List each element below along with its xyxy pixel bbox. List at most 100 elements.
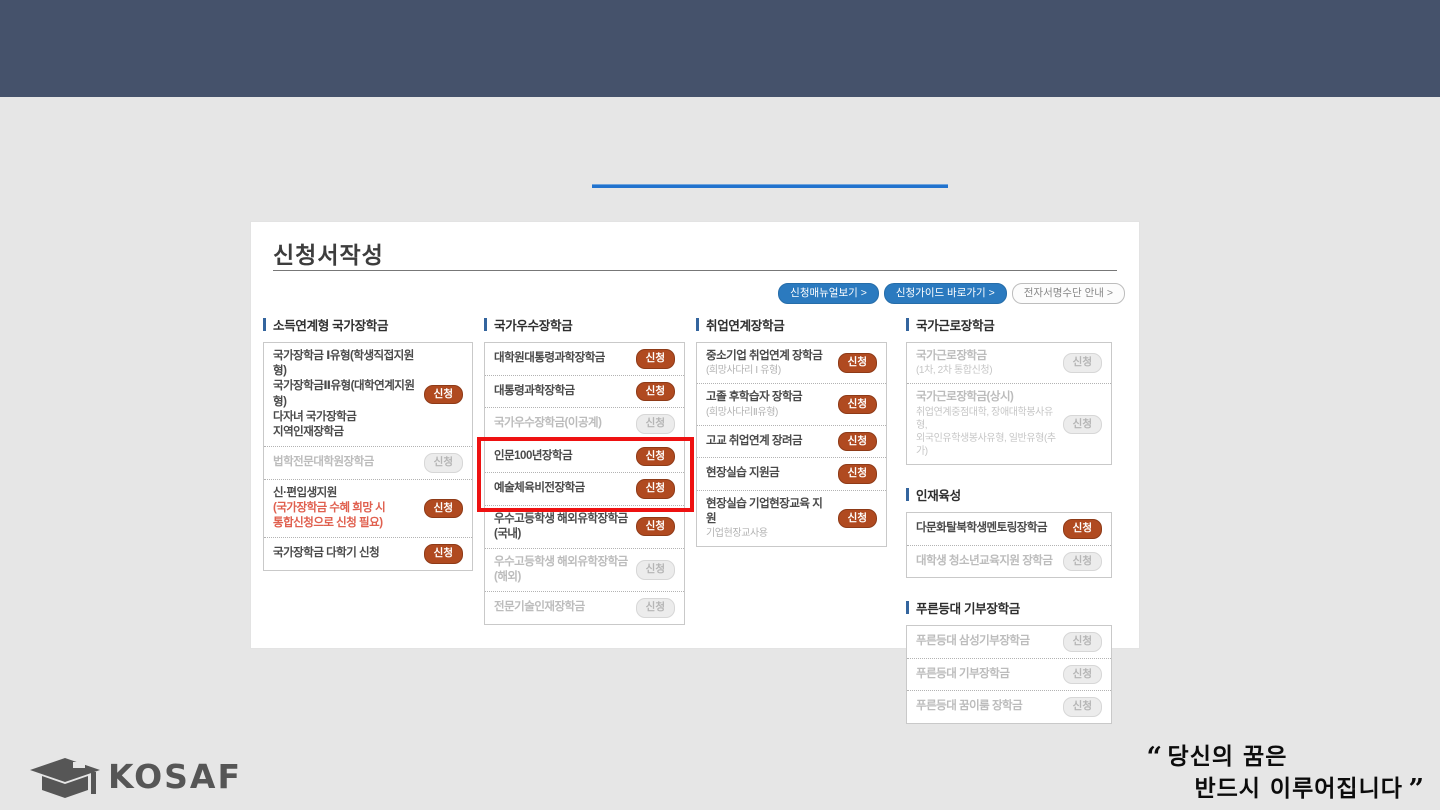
scholarship-subtext-line: 취업연계중점대학, 장애대학봉사유형,: [916, 406, 1057, 432]
graduation-cap-icon: [28, 750, 102, 802]
open-quote: “: [1146, 742, 1162, 773]
apply-button: 신청: [1063, 353, 1102, 373]
apply-button: 신청: [1063, 665, 1102, 685]
apply-button: 신청: [424, 453, 463, 473]
section-header-bar: [696, 318, 699, 331]
digital-signature-info-button[interactable]: 전자서명수단 안내 >: [1012, 283, 1125, 304]
scholarship-column: 국가우수장학금대학원대통령과학장학금신청대통령과학장학금신청국가우수장학금(이공…: [484, 315, 685, 625]
apply-button[interactable]: 신청: [424, 499, 463, 519]
scholarship-row: 국가장학금 Ⅰ유형(학생직접지원형)국가장학금Ⅱ유형(대학연계지원형)다자녀 국…: [264, 343, 472, 447]
apply-button[interactable]: 신청: [636, 349, 675, 369]
scholarship-name-line: 우수고등학생 해외유학장학금(국내): [494, 512, 630, 542]
scholarship-column: 소득연계형 국가장학금국가장학금 Ⅰ유형(학생직접지원형)국가장학금Ⅱ유형(대학…: [263, 315, 473, 571]
section-header: 국가근로장학금: [906, 315, 1112, 334]
apply-button: 신청: [636, 414, 675, 434]
apply-button[interactable]: 신청: [838, 353, 877, 373]
section-header-bar: [906, 488, 909, 501]
scholarship-name-line: 전문기술인재장학금: [494, 600, 585, 615]
slogan-line1: 당신의 꿈은: [1168, 743, 1288, 770]
guide-shortcut-button[interactable]: 신청가이드 바로가기 >: [884, 283, 1007, 304]
apply-button[interactable]: 신청: [1063, 519, 1102, 539]
scholarship-row: 전문기술인재장학금 신청: [485, 592, 684, 624]
scholarship-name: 대학원대통령과학장학금: [494, 351, 605, 366]
scholarship-name-line: 고졸 후학습자 장학금: [706, 390, 802, 405]
scholarship-name-line: 국가장학금 다학기 신청: [273, 546, 379, 561]
top-navigation-bar: [0, 0, 1440, 97]
scholarship-name-line: 대학원대통령과학장학금: [494, 351, 605, 366]
apply-button[interactable]: 신청: [838, 464, 877, 484]
scholarship-name-line: 국가장학금Ⅱ유형(대학연계지원형): [273, 379, 418, 409]
scholarship-name-line: 법학전문대학원장학금: [273, 455, 374, 470]
scholarship-subtext-line: (1차, 2차 통합신청): [916, 364, 992, 377]
apply-button: 신청: [1063, 632, 1102, 652]
kosaf-logo-text: KOSAF: [108, 757, 242, 796]
scholarship-row: 푸른등대 삼성기부장학금 신청: [907, 626, 1111, 659]
scholarship-name: 현장실습 기업현장교육 지원기업현장교사용: [706, 497, 832, 541]
scholarship-row: 대학원대통령과학장학금 신청: [485, 343, 684, 376]
scholarship-name: 푸른등대 기부장학금: [916, 667, 1009, 682]
scholarship-box: 중소기업 취업연계 장학금(희망사다리 Ⅰ 유형)신청고졸 후학습자 장학금(희…: [696, 342, 887, 547]
apply-button[interactable]: 신청: [838, 432, 877, 452]
scholarship-name-line: 예술체육비전장학금: [494, 481, 585, 496]
scholarship-name: 예술체육비전장학금: [494, 481, 585, 496]
apply-button: 신청: [1063, 415, 1102, 435]
scholarship-name-line: 대통령과학장학금: [494, 384, 575, 399]
apply-button: 신청: [1063, 552, 1102, 572]
scholarship-box: 국가장학금 Ⅰ유형(학생직접지원형)국가장학금Ⅱ유형(대학연계지원형)다자녀 국…: [263, 342, 473, 571]
apply-button[interactable]: 신청: [424, 385, 463, 405]
scholarship-row: 신·편입생지원(국가장학금 수혜 희망 시통합신청으로 신청 필요) 신청: [264, 480, 472, 539]
apply-button[interactable]: 신청: [636, 517, 675, 537]
scholarship-column: 취업연계장학금중소기업 취업연계 장학금(희망사다리 Ⅰ 유형)신청고졸 후학습…: [696, 315, 887, 547]
scholarship-name: 대학생 청소년교육지원 장학금: [916, 554, 1052, 569]
scholarship-note-line: 통합신청으로 신청 필요): [273, 516, 385, 531]
scholarship-name-line: 국가근로장학금(상시): [916, 390, 1057, 405]
scholarship-name: 신·편입생지원(국가장학금 수혜 희망 시통합신청으로 신청 필요): [273, 486, 385, 532]
scholarship-row: 고교 취업연계 장려금신청: [697, 426, 886, 459]
scholarship-row: 다문화탈북학생멘토링장학금 신청: [907, 513, 1111, 546]
scholarship-column: 국가근로장학금국가근로장학금(1차, 2차 통합신청)신청국가근로장학금(상시)…: [906, 315, 1112, 724]
scholarship-name: 고졸 후학습자 장학금(희망사다리Ⅱ유형): [706, 390, 802, 418]
scholarship-name: 현장실습 지원금: [706, 466, 779, 481]
manual-view-button[interactable]: 신청매뉴얼보기 >: [778, 283, 879, 304]
section-header-label: 푸른등대 기부장학금: [916, 598, 1020, 617]
apply-button[interactable]: 신청: [636, 447, 675, 467]
page-title: 신청서작성: [273, 236, 384, 270]
apply-button[interactable]: 신청: [838, 509, 877, 529]
footer-slogan: “ 당신의 꿈은 반드시 이루어집니다 ”: [1146, 742, 1424, 807]
apply-button[interactable]: 신청: [636, 479, 675, 499]
scholarship-name: 국가근로장학금(1차, 2차 통합신청): [916, 349, 992, 377]
section-header: 국가우수장학금: [484, 315, 685, 334]
scholarship-box: 푸른등대 삼성기부장학금신청푸른등대 기부장학금신청푸른등대 꿈이룸 장학금신청: [906, 625, 1112, 724]
apply-button[interactable]: 신청: [838, 395, 877, 415]
scholarship-name: 전문기술인재장학금: [494, 600, 585, 615]
scholarship-name: 인문100년장학금: [494, 449, 572, 464]
scholarship-name-line: 국가장학금 Ⅰ유형(학생직접지원형): [273, 349, 418, 379]
apply-button[interactable]: 신청: [636, 382, 675, 402]
scholarship-name: 국가장학금 다학기 신청: [273, 546, 379, 561]
scholarship-row: 국가근로장학금(1차, 2차 통합신청) 신청: [907, 343, 1111, 384]
section-header-label: 취업연계장학금: [706, 315, 784, 334]
scholarship-box: 국가근로장학금(1차, 2차 통합신청)신청국가근로장학금(상시)취업연계중점대…: [906, 342, 1112, 465]
scholarship-row: 예술체육비전장학금 신청: [485, 473, 684, 506]
title-divider: [273, 270, 1117, 271]
scholarship-name-line: 푸른등대 삼성기부장학금: [916, 634, 1030, 649]
apply-button: 신청: [636, 598, 675, 618]
close-quote: ”: [1408, 774, 1424, 805]
kosaf-logo: KOSAF: [28, 750, 242, 802]
scholarship-name-line: 국가우수장학금(이공계): [494, 416, 601, 431]
section-header-label: 인재육성: [916, 485, 961, 504]
scholarship-row: 고졸 후학습자 장학금(희망사다리Ⅱ유형) 신청: [697, 384, 886, 425]
apply-button: 신청: [636, 560, 675, 580]
scholarship-name-line: 다문화탈북학생멘토링장학금: [916, 521, 1047, 536]
section-header: 소득연계형 국가장학금: [263, 315, 473, 334]
scholarship-name: 다문화탈북학생멘토링장학금: [916, 521, 1047, 536]
scholarship-row: 국가장학금 다학기 신청 신청: [264, 538, 472, 570]
scholarship-name-line: 대학생 청소년교육지원 장학금: [916, 554, 1052, 569]
apply-button[interactable]: 신청: [424, 544, 463, 564]
scholarship-name: 푸른등대 삼성기부장학금: [916, 634, 1030, 649]
scholarship-subtext-line: 기업현장교사용: [706, 527, 832, 540]
scholarship-row: 현장실습 지원금 신청: [697, 458, 886, 491]
scholarship-row: 법학전문대학원장학금 신청: [264, 447, 472, 480]
scholarship-name-line: 국가근로장학금: [916, 349, 992, 364]
scholarship-name: 우수고등학생 해외유학장학금(국내): [494, 512, 630, 542]
